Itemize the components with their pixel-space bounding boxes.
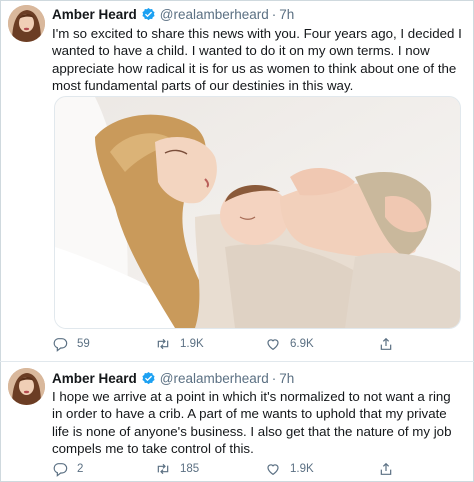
author-handle[interactable]: @realamberheard: [160, 371, 269, 386]
reply-button[interactable]: 2: [52, 459, 83, 479]
verified-badge-icon: [142, 371, 155, 384]
share-button[interactable]: [378, 334, 403, 354]
tweet-text: I hope we arrive at a point in which it'…: [52, 389, 452, 457]
tweet-photo[interactable]: [54, 96, 461, 329]
tweet[interactable]: Amber Heard @realamberheard · 7h I'm so …: [0, 0, 474, 361]
tweet[interactable]: Amber Heard @realamberheard · 7h I hope …: [0, 362, 474, 482]
timestamp[interactable]: 7h: [279, 7, 294, 22]
heart-icon: [267, 339, 279, 351]
reply-icon: [53, 338, 68, 352]
like-button[interactable]: 6.9K: [265, 334, 314, 354]
author-name[interactable]: Amber Heard: [52, 7, 137, 22]
author-handle[interactable]: @realamberheard: [160, 7, 269, 22]
tweet-text: I'm so excited to share this news with y…: [52, 26, 462, 94]
retweet-icon: [157, 463, 169, 475]
heart-icon: [267, 464, 279, 476]
retweet-button[interactable]: 185: [155, 459, 199, 479]
reply-count: 59: [77, 338, 90, 350]
retweet-icon: [157, 338, 169, 350]
reply-count: 2: [77, 463, 84, 475]
share-icon: [380, 337, 392, 350]
tweet-actions: 2 185 1.9K: [52, 459, 392, 479]
separator: ·: [271, 6, 277, 22]
like-button[interactable]: 1.9K: [265, 459, 314, 479]
reply-button[interactable]: 59: [52, 334, 90, 354]
tweet-actions: 59 1.9K 6.9K: [52, 334, 392, 354]
share-button[interactable]: [378, 459, 403, 479]
like-count: 1.9K: [290, 463, 314, 475]
retweet-count: 185: [180, 463, 200, 475]
tweet-header: Amber Heard @realamberheard · 7h: [52, 368, 294, 388]
avatar[interactable]: [8, 368, 45, 405]
tweet-header: Amber Heard @realamberheard · 7h: [52, 4, 294, 24]
like-count: 6.9K: [290, 338, 314, 350]
verified-badge-icon: [142, 7, 155, 20]
avatar[interactable]: [8, 5, 45, 42]
reply-icon: [53, 463, 68, 477]
retweet-button[interactable]: 1.9K: [155, 334, 204, 354]
timestamp[interactable]: 7h: [279, 371, 294, 386]
separator: ·: [271, 370, 277, 386]
share-icon: [380, 462, 392, 475]
retweet-count: 1.9K: [180, 338, 204, 350]
author-name[interactable]: Amber Heard: [52, 371, 137, 386]
